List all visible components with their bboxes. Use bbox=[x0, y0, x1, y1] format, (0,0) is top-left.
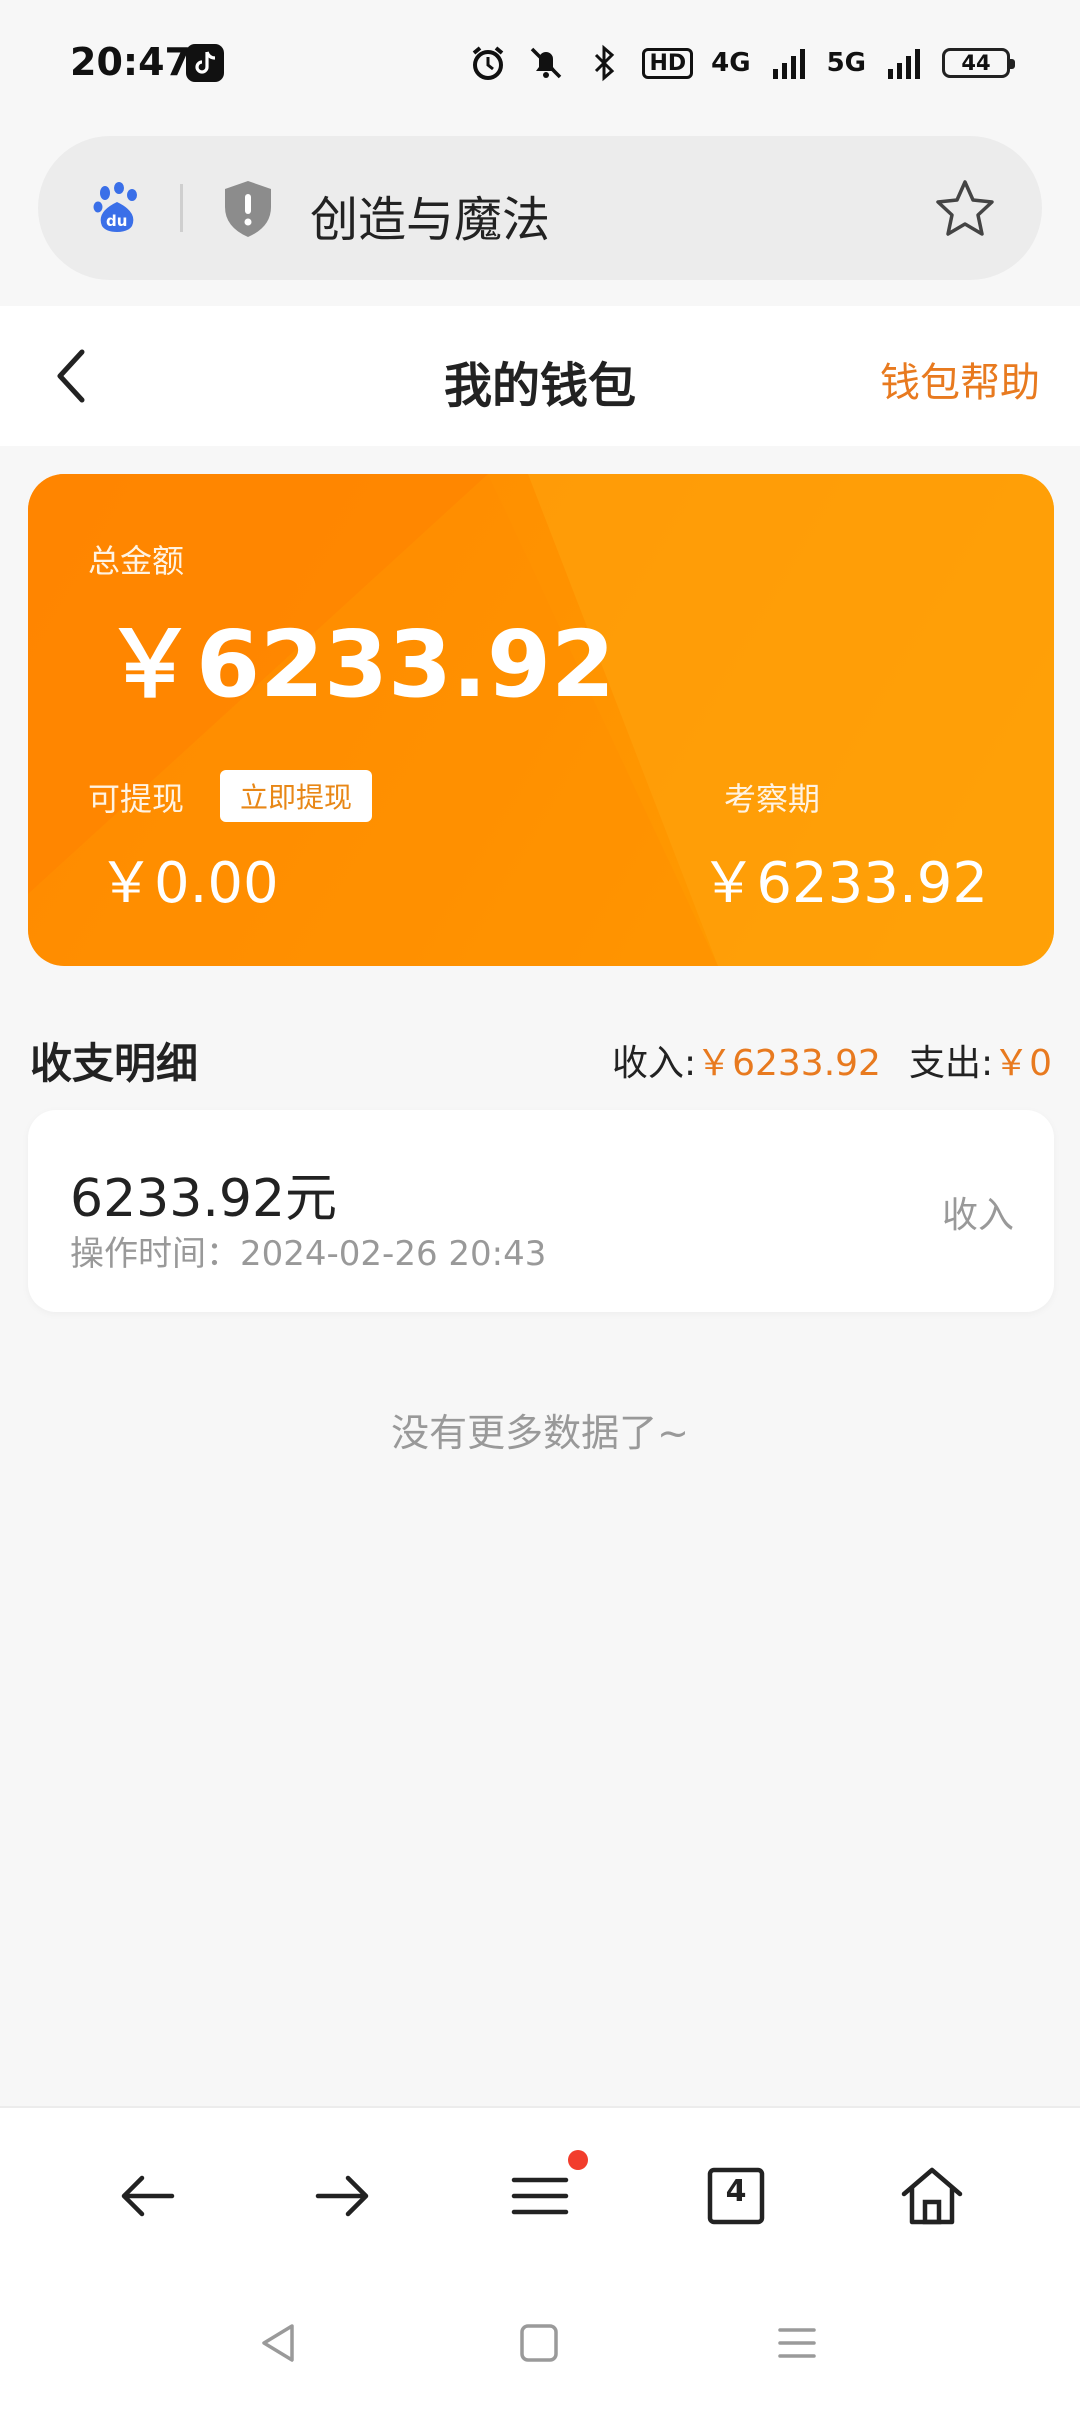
address-divider bbox=[180, 184, 183, 232]
browser-back-icon[interactable] bbox=[112, 2160, 184, 2232]
details-title: 收支明细 bbox=[30, 1039, 199, 1088]
signal-bars-icon bbox=[772, 49, 805, 79]
review-period-amount: ￥6233.92 bbox=[700, 851, 988, 916]
alarm-icon bbox=[473, 46, 504, 80]
review-period-label: 考察期 bbox=[724, 780, 821, 818]
transaction-time: 操作时间：2024-02-26 20:43 bbox=[70, 1234, 547, 1274]
browser-tabs-button[interactable]: 4 bbox=[700, 2160, 772, 2232]
battery-icon: 44 bbox=[942, 48, 1015, 78]
tiktok-notification-icon bbox=[186, 44, 224, 82]
transaction-type: 收入 bbox=[941, 1195, 1014, 1236]
income-value: ￥6233.92 bbox=[696, 1043, 881, 1084]
baidu-paw-icon[interactable]: du bbox=[92, 182, 142, 234]
transaction-amount: 6233.92元 bbox=[70, 1169, 338, 1229]
battery-level: 44 bbox=[961, 51, 991, 75]
system-back-icon[interactable] bbox=[254, 2318, 304, 2368]
details-summary: 收入:￥6233.92 支出:￥0 bbox=[612, 1034, 1052, 1086]
income-label: 收入: bbox=[611, 1043, 697, 1084]
expense-value: ￥0 bbox=[993, 1043, 1052, 1084]
tabs-count: 4 bbox=[725, 2174, 747, 2209]
menu-notification-dot bbox=[568, 2150, 588, 2170]
income-summary: 收入:￥6233.92 bbox=[612, 1034, 881, 1086]
signal-5g: 5G bbox=[826, 48, 866, 78]
browser-forward-icon[interactable] bbox=[306, 2160, 378, 2232]
bluetooth-icon bbox=[595, 44, 615, 82]
shield-icon[interactable] bbox=[220, 178, 276, 240]
svg-text:du: du bbox=[106, 212, 127, 230]
hd-badge: HD bbox=[642, 47, 694, 79]
withdrawable-amount: ￥0.00 bbox=[98, 851, 279, 916]
withdraw-now-button[interactable]: 立即提现 bbox=[220, 770, 372, 822]
browser-home-icon[interactable] bbox=[896, 2160, 968, 2232]
system-recent-apps-icon[interactable] bbox=[772, 2318, 822, 2368]
expense-label: 支出: bbox=[908, 1043, 994, 1084]
expense-summary: 支出:￥0 bbox=[909, 1034, 1052, 1086]
withdrawable-label: 可提现 bbox=[88, 780, 185, 818]
bookmark-star-icon[interactable] bbox=[932, 176, 998, 242]
address-page-title[interactable]: 创造与魔法 bbox=[310, 180, 550, 250]
signal-bars-icon bbox=[888, 49, 920, 79]
system-home-icon[interactable] bbox=[514, 2318, 564, 2368]
browser-menu-icon[interactable] bbox=[504, 2160, 576, 2232]
no-more-data-hint: 没有更多数据了~ bbox=[391, 1411, 689, 1455]
signal-4g: 4G bbox=[711, 48, 751, 78]
mute-icon bbox=[531, 47, 562, 79]
total-amount-label: 总金额 bbox=[88, 542, 185, 580]
total-amount-value: ￥6233.92 bbox=[104, 611, 616, 718]
wallet-help-link[interactable]: 钱包帮助 bbox=[880, 350, 1040, 408]
status-time: 20:47 bbox=[70, 40, 191, 84]
status-icons: HD 4G 5G 44 bbox=[468, 40, 1015, 86]
